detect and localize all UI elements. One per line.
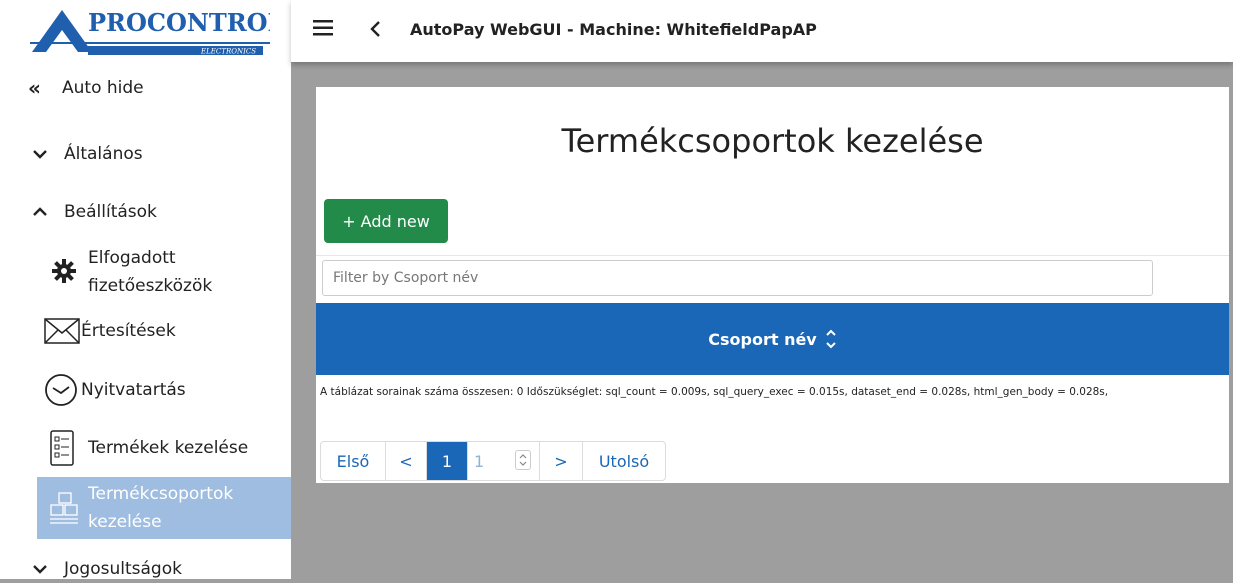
sort-icon[interactable] — [825, 324, 837, 354]
sidebar-item-label: Nyitvatartás — [81, 380, 186, 400]
sidebar-item-termekek-kezelese[interactable]: Termékek kezelése — [0, 430, 291, 466]
sidebar-item-label-line1: Elfogadott — [88, 248, 176, 268]
first-page-button[interactable]: Első — [321, 442, 386, 480]
current-page[interactable]: 1 — [427, 442, 468, 480]
chevron-down-icon — [28, 145, 52, 163]
next-page-button[interactable]: > — [540, 442, 583, 480]
logo-text: PROCONTROL — [88, 8, 270, 37]
sidebar-item-elfogadott-fizetoeszkozok[interactable]: Elfogadott fizetőeszközök — [0, 244, 291, 300]
sidebar-section-label: Általános — [64, 144, 143, 164]
hamburger-menu-icon[interactable] — [313, 18, 333, 38]
table-header: Csoport név — [316, 303, 1229, 375]
column-header-csoport-nev[interactable]: Csoport név — [316, 303, 1229, 375]
page-title: Termékcsoportok kezelése — [561, 122, 984, 160]
top-bar: AutoPay WebGUI - Machine: WhitefieldPapA… — [291, 0, 1233, 62]
sidebar-item-termekcsoportok-kezelese[interactable]: Termékcsoportok kezelése — [37, 477, 291, 539]
spinner-icon[interactable] — [515, 450, 531, 470]
sidebar-item-label-line1: Termékcsoportok — [88, 484, 234, 504]
double-chevron-left-icon: « — [28, 76, 41, 100]
sidebar-item-label: Termékek kezelése — [88, 438, 249, 458]
main-card: Termékcsoportok kezelése + Add new Filte… — [316, 87, 1229, 483]
procontrol-logo[interactable]: PROCONTROL ELECTRONICS — [30, 6, 285, 56]
sidebar-item-nyitvatartas[interactable]: Nyitvatartás — [0, 373, 291, 407]
sidebar-item-ertesitesek[interactable]: Értesítések — [0, 316, 291, 346]
back-chevron-icon[interactable] — [369, 14, 381, 50]
page-number-input[interactable]: 1 — [468, 442, 540, 480]
auto-hide-button[interactable]: « Auto hide — [0, 74, 291, 102]
sidebar-section-beallitasok[interactable]: Beállítások — [0, 198, 291, 226]
sidebar-section-altalanos[interactable]: Általános — [0, 140, 291, 168]
page-number-value: 1 — [474, 451, 485, 471]
chevron-up-icon — [28, 203, 52, 221]
product-group-icon — [49, 491, 79, 529]
add-new-button[interactable]: + Add new — [324, 199, 448, 243]
app-title: AutoPay WebGUI - Machine: WhitefieldPapA… — [410, 20, 817, 39]
pagination: Első < 1 1 > Utolsó — [320, 441, 666, 481]
auto-hide-label: Auto hide — [62, 78, 144, 98]
table-info-text: A táblázat sorainak száma összesen: 0 Id… — [320, 386, 1109, 398]
filter-input[interactable]: Filter by Csoport név — [322, 260, 1153, 296]
sidebar-item-label: Értesítések — [81, 321, 176, 341]
sidebar: PROCONTROL ELECTRONICS « Auto hide Által… — [0, 0, 291, 579]
gear-icon — [52, 259, 76, 288]
prev-page-button[interactable]: < — [386, 442, 427, 480]
clock-icon — [44, 373, 78, 412]
envelope-icon — [44, 318, 80, 349]
sidebar-item-label-line2: fizetőeszközök — [88, 276, 213, 296]
column-header-label: Csoport név — [708, 329, 817, 349]
divider — [316, 255, 1229, 256]
product-list-icon — [50, 430, 74, 471]
sidebar-item-label-line2: kezelése — [88, 512, 162, 532]
sidebar-section-label: Beállítások — [64, 202, 157, 222]
last-page-button[interactable]: Utolsó — [583, 442, 665, 480]
logo-tagline: ELECTRONICS — [200, 48, 256, 56]
chevron-down-icon — [28, 560, 52, 578]
sidebar-section-label: Jogosultságok — [64, 559, 182, 579]
